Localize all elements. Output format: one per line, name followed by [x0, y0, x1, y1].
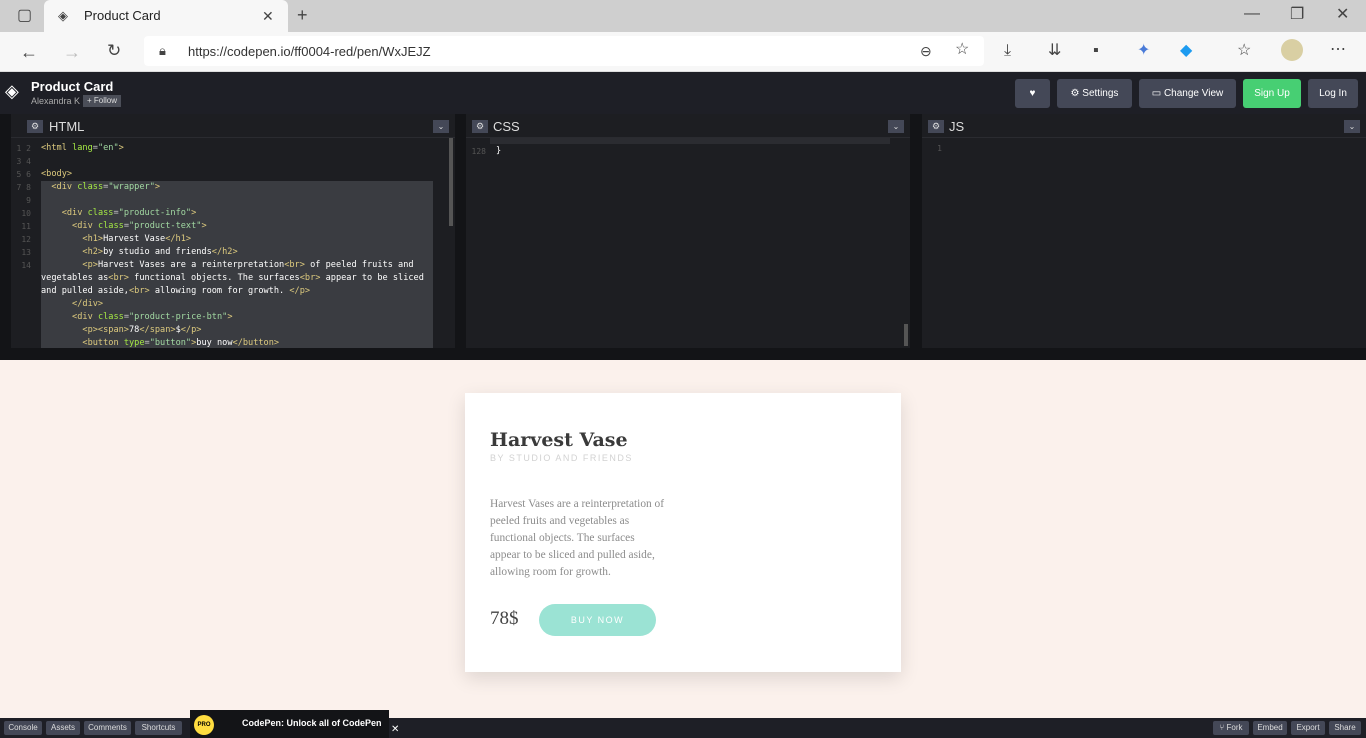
more-icon[interactable]: ⋯ — [1330, 42, 1346, 58]
settings-button[interactable]: ⚙ Settings — [1057, 79, 1132, 108]
extension-icon[interactable]: ▪ — [1093, 43, 1099, 59]
editor-area: ⚙ HTML ⌄ 1 2 3 4 5 6 7 8 9 10 11 12 13 1… — [0, 114, 1366, 360]
js-editor[interactable]: ⚙ JS ⌄ 1 — [922, 114, 1366, 348]
change-view-button[interactable]: ▭ Change View — [1139, 79, 1236, 108]
pen-title: Product Card — [31, 79, 114, 94]
downloads-icon[interactable]: ⤓ — [1004, 43, 1011, 59]
promo-text: CodePen: Unlock all of CodePen — [242, 718, 382, 728]
tab-title: Product Card — [84, 8, 161, 23]
address-bar[interactable]: 🔒︎ https://codepen.io/ff0004-red/pen/WxJ… — [144, 36, 984, 66]
follow-button[interactable]: + Follow — [83, 95, 122, 107]
pro-promo[interactable]: PRO CodePen: Unlock all of CodePen — [190, 710, 389, 738]
fork-button[interactable]: ⑂ Fork — [1213, 721, 1249, 735]
scrollbar[interactable] — [449, 138, 453, 226]
close-window-icon[interactable]: ✕ — [1336, 7, 1349, 23]
codepen-header: ◈ Product Card Alexandra K + Follow ♥ ⚙ … — [0, 72, 1366, 114]
chevron-down-icon[interactable]: ⌄ — [888, 120, 904, 133]
minimize-icon[interactable]: — — [1244, 6, 1260, 22]
love-button[interactable]: ♥ — [1015, 79, 1050, 108]
back-icon[interactable]: ← — [20, 43, 38, 61]
close-promo-icon[interactable]: ✕ — [391, 722, 399, 738]
line-numbers: 1 2 3 4 5 6 7 8 9 10 11 12 13 14 — [16, 144, 31, 270]
gear-icon: ⚙ — [1070, 88, 1083, 99]
reload-icon[interactable]: ↻ — [107, 42, 121, 59]
gear-icon[interactable]: ⚙ — [27, 120, 43, 133]
product-info: Harvest Vase BY STUDIO AND FRIENDS Harve… — [465, 393, 683, 672]
product-image — [683, 393, 901, 672]
codepen-logo-icon[interactable]: ◈ — [5, 82, 19, 100]
favorites-icon[interactable]: ☆ — [1237, 43, 1251, 59]
profile-avatar[interactable] — [1281, 39, 1303, 61]
html-code[interactable]: <html lang="en"> <body> <div class="wrap… — [41, 142, 424, 350]
comments-button[interactable]: Comments — [84, 721, 131, 735]
lock-icon: 🔒︎ — [159, 43, 166, 58]
forward-icon[interactable]: → — [63, 43, 81, 61]
gear-icon[interactable]: ⚙ — [928, 120, 944, 133]
assets-button[interactable]: Assets — [46, 721, 80, 735]
current-line — [490, 138, 890, 144]
export-button[interactable]: Export — [1291, 721, 1325, 735]
layout-icon: ▭ — [1151, 88, 1164, 99]
codepen-favicon-icon: ◈ — [58, 8, 68, 23]
pro-badge-icon: PRO — [194, 715, 214, 735]
fork-icon: ⑂ — [1219, 723, 1227, 732]
address-toolbar: ← → ↻ 🔒︎ https://codepen.io/ff0004-red/p… — [0, 32, 1366, 72]
add-favorite-icon[interactable]: ☆ — [955, 42, 969, 58]
line-numbers: 128 — [471, 147, 486, 156]
product-subtitle: BY STUDIO AND FRIENDS — [490, 453, 633, 463]
css-editor-header: ⚙ CSS ⌄ — [466, 114, 910, 138]
gear-icon[interactable]: ⚙ — [472, 120, 488, 133]
fork-label: Fork — [1226, 723, 1243, 732]
chevron-down-icon[interactable]: ⌄ — [433, 120, 449, 133]
product-card: Harvest Vase BY STUDIO AND FRIENDS Harve… — [465, 393, 901, 672]
html-label: HTML — [49, 119, 85, 134]
extension-icon[interactable]: ✦ — [1137, 43, 1150, 59]
product-description: Harvest Vases are a reinterpretation of … — [490, 498, 665, 578]
product-price: 78$ — [490, 608, 519, 629]
pen-author[interactable]: Alexandra K — [31, 96, 80, 106]
css-label: CSS — [493, 119, 520, 134]
tab-actions-icon[interactable]: ▢ — [17, 8, 32, 24]
extension-icon[interactable]: ◆ — [1180, 43, 1192, 59]
sign-up-button[interactable]: Sign Up — [1243, 79, 1301, 108]
line-numbers: 1 — [937, 144, 942, 153]
share-button[interactable]: Share — [1329, 721, 1361, 735]
close-tab-icon[interactable]: ✕ — [262, 8, 274, 24]
log-in-button[interactable]: Log In — [1308, 79, 1358, 108]
change-view-label: Change View — [1163, 88, 1224, 99]
js-label: JS — [949, 119, 965, 134]
shortcuts-button[interactable]: Shortcuts — [135, 721, 182, 735]
buy-now-button[interactable]: BUY NOW — [539, 604, 656, 636]
browser-tab-bar: ▢ ◈ Product Card ✕ + — ❐ ✕ — [0, 0, 1366, 32]
scrollbar[interactable] — [904, 324, 908, 346]
extension-icon[interactable]: ⇊ — [1048, 43, 1061, 59]
html-editor[interactable]: ⚙ HTML ⌄ 1 2 3 4 5 6 7 8 9 10 11 12 13 1… — [11, 114, 455, 348]
css-editor[interactable]: ⚙ CSS ⌄ 128 } — [466, 114, 910, 348]
zoom-icon[interactable]: ⊖ — [920, 43, 932, 59]
settings-label: Settings — [1082, 88, 1119, 99]
product-title: Harvest Vase — [490, 429, 628, 451]
url-text[interactable]: https://codepen.io/ff0004-red/pen/WxJEJZ — [188, 44, 431, 59]
js-editor-header: ⚙ JS ⌄ — [922, 114, 1366, 138]
console-button[interactable]: Console — [4, 721, 42, 735]
heart-icon: ♥ — [1029, 88, 1036, 99]
browser-tab[interactable]: ◈ Product Card ✕ — [44, 0, 288, 32]
embed-button[interactable]: Embed — [1253, 721, 1287, 735]
chevron-down-icon[interactable]: ⌄ — [1344, 120, 1360, 133]
html-editor-header: ⚙ HTML ⌄ — [11, 114, 455, 138]
restore-icon[interactable]: ❐ — [1290, 7, 1304, 23]
new-tab-icon[interactable]: + — [297, 6, 308, 24]
css-code[interactable]: } — [496, 145, 501, 158]
